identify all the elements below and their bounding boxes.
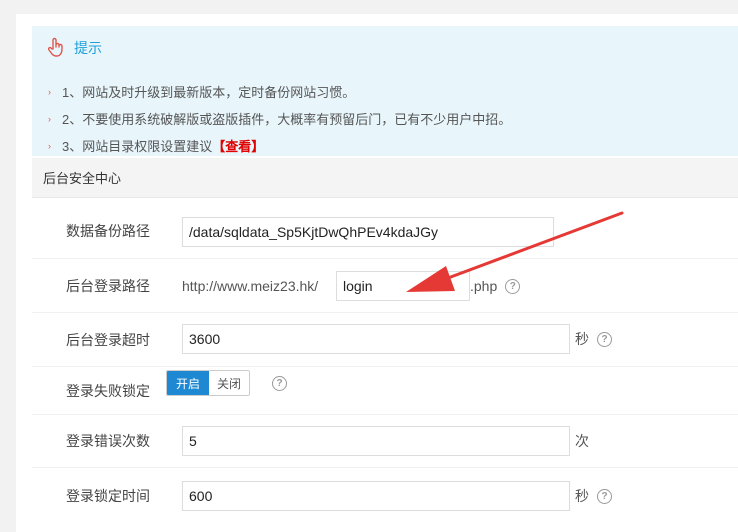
- tips-title: 提示: [74, 40, 102, 56]
- login-timeout-unit: 秒: [575, 331, 589, 347]
- tip-item: › 1、网站及时升级到最新版本，定时备份网站习惯。: [48, 78, 511, 105]
- backup-path-input[interactable]: /data/sqldata_Sp5KjtDwQhPEv4kdaJGy: [182, 217, 554, 247]
- error-count-label: 登录错误次数: [66, 433, 150, 449]
- tips-box: 提示 › 1、网站及时升级到最新版本，定时备份网站习惯。 › 2、不要使用系统破…: [32, 26, 738, 156]
- login-timeout-row: 后台登录超时 3600 秒 ?: [32, 313, 738, 367]
- login-path-prefix: http://www.meiz23.hk/: [182, 278, 319, 294]
- lock-time-row: 登录锁定时间 600 秒 ?: [32, 468, 738, 524]
- login-path-input[interactable]: login: [336, 271, 470, 301]
- login-timeout-input[interactable]: 3600: [182, 324, 570, 354]
- login-path-suffix: .php ?: [470, 271, 521, 301]
- fail-lock-toggle[interactable]: 开启 关闭: [166, 370, 251, 396]
- bullet-icon: ›: [48, 113, 51, 124]
- toggle-on-button[interactable]: 开启: [167, 371, 210, 395]
- pointing-hand-icon: [47, 37, 63, 57]
- security-form: 数据备份路径 /data/sqldata_Sp5KjtDwQhPEv4kdaJG…: [32, 204, 738, 524]
- lock-time-unit-group: 秒 ?: [575, 481, 612, 511]
- tip-item: › 3、网站目录权限设置建议 【查看】: [48, 132, 511, 159]
- login-path-extension: .php: [470, 278, 498, 294]
- lock-time-input[interactable]: 600: [182, 481, 570, 511]
- backup-path-label: 数据备份路径: [66, 223, 150, 239]
- fail-lock-label: 登录失败锁定: [66, 382, 150, 399]
- tip-text: 3、网站目录权限设置建议: [62, 139, 213, 154]
- lock-time-unit: 秒: [575, 488, 589, 504]
- main-panel: 提示 › 1、网站及时升级到最新版本，定时备份网站习惯。 › 2、不要使用系统破…: [16, 14, 738, 532]
- question-circle-icon[interactable]: ?: [597, 488, 612, 504]
- login-timeout-label: 后台登录超时: [66, 331, 150, 348]
- toggle-off-button[interactable]: 关闭: [209, 371, 250, 395]
- fail-lock-row: 登录失败锁定 开启 关闭 ?: [32, 367, 738, 415]
- question-circle-icon[interactable]: ?: [597, 331, 612, 347]
- backup-path-row: 数据备份路径 /data/sqldata_Sp5KjtDwQhPEv4kdaJG…: [32, 204, 738, 259]
- view-permissions-link[interactable]: 【查看】: [212, 136, 264, 155]
- login-timeout-unit-group: 秒 ?: [575, 324, 612, 354]
- bullet-icon: ›: [48, 86, 51, 97]
- error-count-row: 登录错误次数 5 次: [32, 415, 738, 468]
- login-path-label: 后台登录路径: [66, 277, 150, 294]
- tip-item: › 2、不要使用系统破解版或盗版插件，大概率有预留后门，已有不少用户中招。: [48, 105, 511, 132]
- lock-time-label: 登录锁定时间: [66, 488, 150, 504]
- login-path-row: 后台登录路径 http://www.meiz23.hk/ login .php …: [32, 259, 738, 313]
- tips-header: 提示: [44, 36, 102, 60]
- question-circle-icon[interactable]: ?: [272, 376, 287, 391]
- tip-text: 2、不要使用系统破解版或盗版插件，大概率有预留后门，已有不少用户中招。: [62, 112, 512, 127]
- section-title: 后台安全中心: [32, 158, 738, 198]
- tip-text: 1、网站及时升级到最新版本，定时备份网站习惯。: [62, 85, 356, 100]
- bullet-icon: ›: [48, 140, 51, 151]
- error-count-input[interactable]: 5: [182, 426, 570, 456]
- error-count-unit: 次: [575, 433, 589, 449]
- tips-list: › 1、网站及时升级到最新版本，定时备份网站习惯。 › 2、不要使用系统破解版或…: [48, 78, 511, 159]
- question-circle-icon[interactable]: ?: [505, 278, 521, 294]
